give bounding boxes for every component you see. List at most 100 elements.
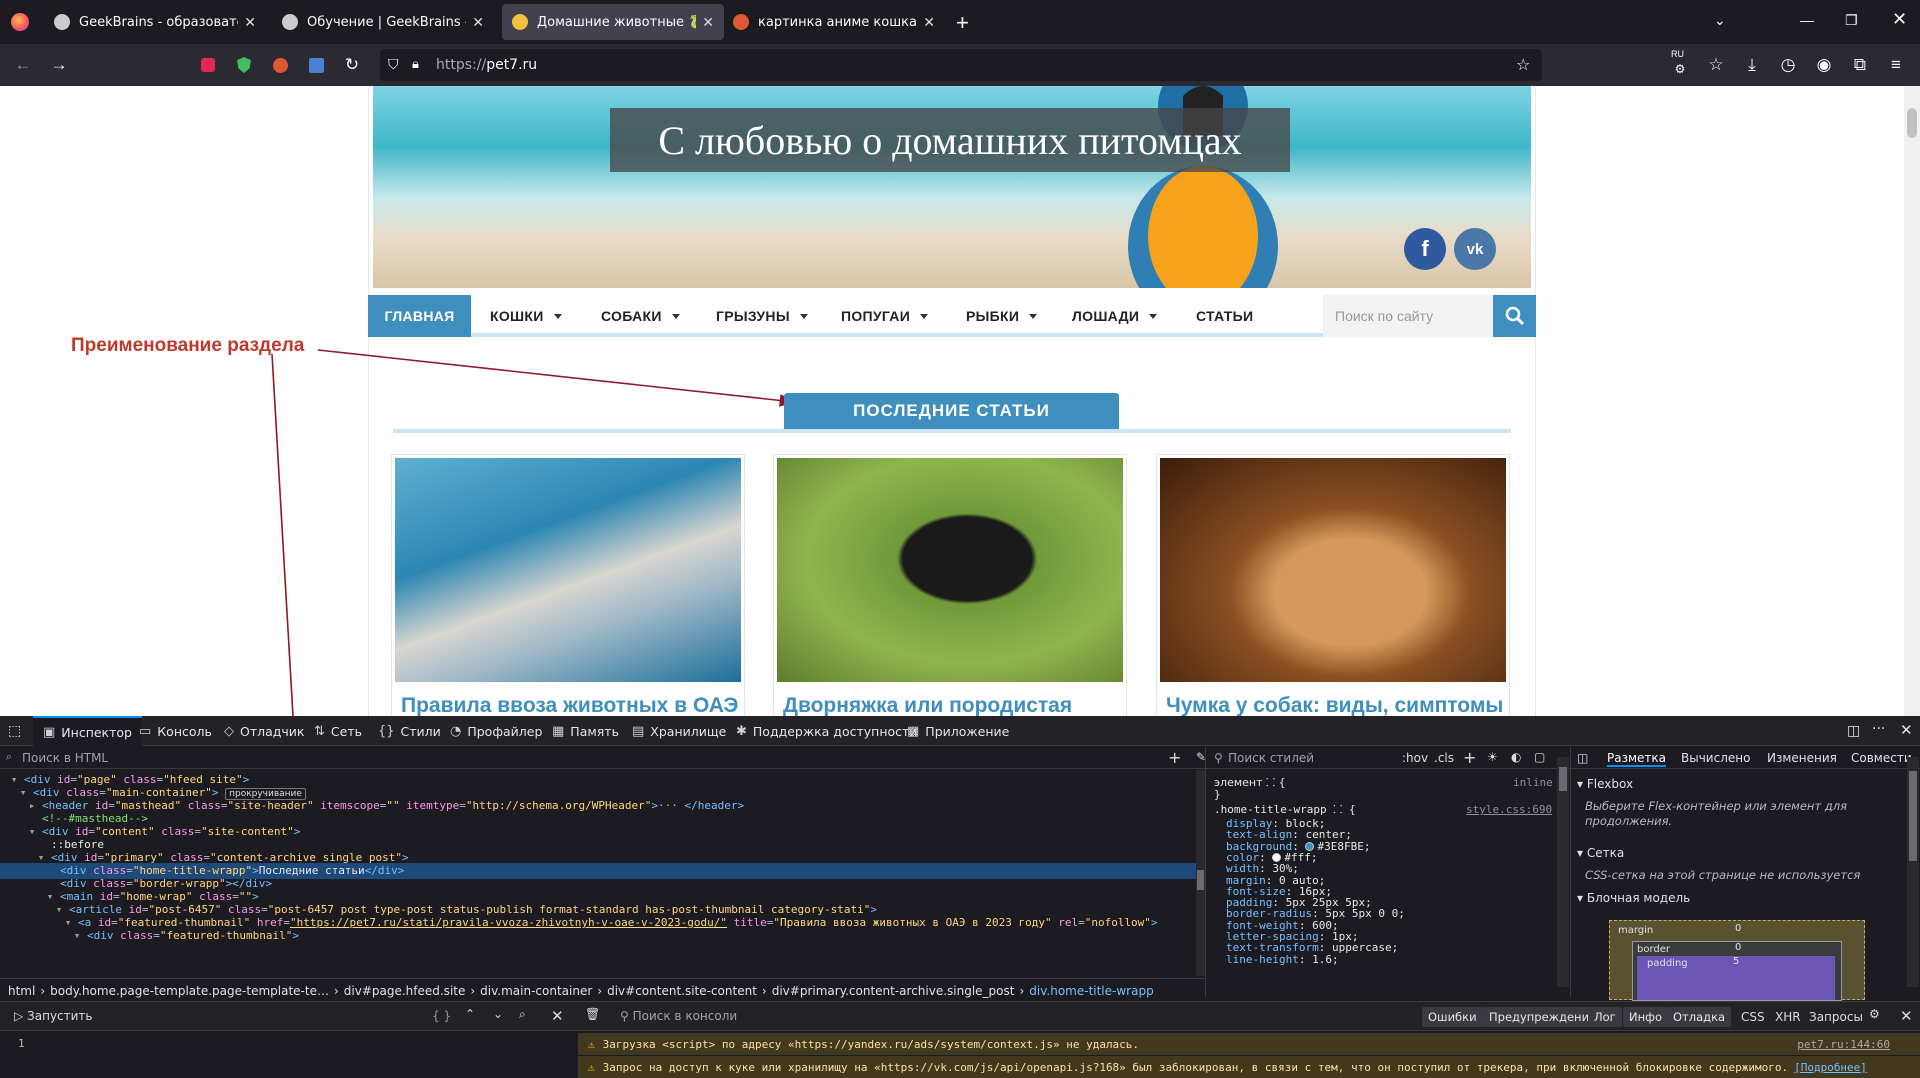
menu-item-parrots[interactable]: ПОПУГАИ	[841, 295, 929, 337]
search-icon[interactable]: ⌕	[519, 1007, 526, 1022]
margin-value[interactable]: 0	[1735, 923, 1741, 934]
close-console-icon[interactable]: ✕	[1900, 1007, 1913, 1025]
tab-accessibility[interactable]: ✱ Поддержка доступности	[736, 716, 917, 746]
breadcrumb-item[interactable]: div#page.hfeed.site	[344, 984, 466, 998]
site-search-button[interactable]	[1493, 295, 1536, 337]
tab-profiler[interactable]: ◔ Профайлер	[450, 716, 542, 746]
run-button[interactable]: ▷ Запустить	[14, 1009, 93, 1023]
bookmark-star-icon[interactable]: ☆	[1516, 55, 1530, 75]
menu-item-articles[interactable]: СТАТЬИ	[1196, 295, 1253, 337]
menu-item-rodents[interactable]: ГРЫЗУНЫ	[716, 295, 808, 337]
filter-info[interactable]: Инфо	[1623, 1007, 1668, 1027]
browser-tab[interactable]: Домашние животные 🐍 Все ✕	[502, 4, 724, 40]
tab-style-editor[interactable]: {} Стили	[378, 716, 441, 746]
tab-application[interactable]: ▩ Приложение	[907, 716, 1009, 746]
styles-filter-input[interactable]: ⚲ Поиск стилей :hov .cls + ☀ ◐ ▢	[1206, 747, 1571, 769]
filter-xhr[interactable]: XHR	[1775, 1010, 1801, 1024]
learn-more-link[interactable]: [Подробнее]	[1794, 1061, 1867, 1074]
menu-item-horses[interactable]: ЛОШАДИ	[1072, 295, 1158, 337]
history-icon[interactable]: ◷	[1775, 52, 1801, 78]
url-text[interactable]: https://pet7.ru	[436, 57, 537, 73]
url-bar[interactable]: ⛉ 🔒︎ https://pet7.ru ☆	[380, 49, 1542, 81]
filter-css[interactable]: CSS	[1741, 1010, 1765, 1024]
property-name[interactable]: line-height	[1226, 953, 1299, 966]
hov-toggle[interactable]: :hov	[1402, 751, 1428, 765]
box-model-margin[interactable]: margin 0 border 0 padding 5	[1609, 920, 1865, 1001]
back-arrow-icon[interactable]: ←	[10, 52, 36, 78]
browser-tab[interactable]: картинка аниме кошка at Duc ✕	[723, 4, 945, 40]
close-tab-icon[interactable]: ✕	[472, 14, 484, 31]
breadcrumb-item[interactable]: div.home-title-wrapp	[1029, 984, 1153, 998]
close-tab-icon[interactable]: ✕	[702, 14, 714, 31]
padding-value[interactable]: 5	[1733, 956, 1739, 967]
translate-extension-icon[interactable]	[303, 52, 329, 78]
more-options-icon[interactable]: ···	[1872, 721, 1885, 737]
warning-source-link[interactable]: pet7.ru:144:60	[1797, 1038, 1890, 1051]
article-card[interactable]: Дворняжка или породистая	[773, 454, 1127, 716]
tracking-shield-icon[interactable]: ⛉	[388, 56, 399, 73]
article-thumbnail[interactable]	[395, 458, 741, 682]
trash-icon[interactable]: 🗑︎	[585, 1007, 600, 1021]
tab-inspector[interactable]: ▣ Инспектор	[33, 716, 142, 746]
article-title[interactable]: Чумка у собак: виды, симптомы	[1166, 694, 1506, 716]
article-title[interactable]: Правила ввоза животных в ОАЭ	[401, 694, 741, 716]
site-search-input[interactable]: Поиск по сайту	[1323, 295, 1493, 337]
article-thumbnail[interactable]	[777, 458, 1123, 682]
tab-computed[interactable]: Вычислено	[1681, 751, 1750, 765]
add-rule-icon[interactable]: +	[1463, 748, 1476, 767]
article-title[interactable]: Дворняжка или породистая	[783, 694, 1123, 716]
dock-side-icon[interactable]: ◫	[1847, 723, 1860, 739]
html-search-input[interactable]: ⌕ Поиск в HTML + ✎	[0, 747, 1206, 769]
restore-button[interactable]: ❐	[1845, 12, 1858, 29]
breadcrumb-item[interactable]: div.main-container	[480, 984, 592, 998]
border-value[interactable]: 0	[1735, 942, 1741, 953]
cls-toggle[interactable]: .cls	[1434, 751, 1454, 765]
article-thumbnail[interactable]	[1160, 458, 1506, 682]
lock-icon[interactable]: 🔒︎	[412, 56, 419, 72]
tab-compatibility[interactable]: Совмести	[1851, 751, 1912, 765]
print-media-icon[interactable]: ▢	[1534, 750, 1545, 764]
filter-logs[interactable]: Лог	[1588, 1007, 1622, 1027]
reload-icon[interactable]: ↻	[339, 52, 365, 78]
box-model-padding[interactable]: padding 5	[1637, 956, 1835, 1000]
downloads-icon[interactable]: ⤓	[1739, 52, 1765, 78]
add-node-icon[interactable]: +	[1168, 748, 1181, 767]
close-window-button[interactable]: ✕	[1892, 9, 1907, 30]
shield-extension-icon[interactable]	[231, 52, 257, 78]
duckduckgo-extension-icon[interactable]	[267, 52, 293, 78]
extensions-icon[interactable]: ⧉	[1847, 52, 1873, 78]
adblock-icon[interactable]	[195, 52, 221, 78]
close-devtools-icon[interactable]: ✕	[1900, 721, 1913, 739]
tab-memory[interactable]: ▦ Память	[552, 716, 619, 746]
pretty-print-icon[interactable]: { }	[432, 1009, 451, 1023]
firefox-logo-icon[interactable]	[11, 13, 29, 31]
property-value[interactable]: 1.6;	[1312, 953, 1339, 966]
page-scrollbar[interactable]	[1904, 86, 1920, 716]
filter-warnings[interactable]: Предупреждения	[1483, 1007, 1602, 1027]
breadcrumb-item[interactable]: div#content.site-content	[607, 984, 757, 998]
forward-arrow-icon[interactable]: →	[46, 52, 72, 78]
html-tree-node[interactable]: ▾ <div class="featured-thumbnail">	[0, 928, 1205, 944]
color-swatch[interactable]	[1305, 841, 1315, 851]
console-filter-input[interactable]: ⚲ Поиск в консоли	[620, 1009, 737, 1023]
element-picker-icon[interactable]: ⬚	[8, 723, 21, 739]
property-value[interactable]: uppercase;	[1332, 941, 1398, 954]
new-tab-button[interactable]: +	[956, 10, 969, 36]
menu-hamburger-icon[interactable]: ≡	[1883, 52, 1909, 78]
console-editor[interactable]	[0, 1031, 578, 1078]
light-mode-icon[interactable]: ☀	[1487, 750, 1498, 764]
breadcrumb-item[interactable]: div#primary.content-archive.single_post	[772, 984, 1015, 998]
menu-item-dogs[interactable]: СОБАКИ	[601, 295, 680, 337]
history-up-icon[interactable]: ⌃	[465, 1007, 475, 1021]
filter-requests[interactable]: Запросы	[1809, 1010, 1863, 1024]
tab-storage[interactable]: ▤ Хранилище	[632, 716, 726, 746]
box-model-section-header[interactable]: ▾ Блочная модель	[1577, 891, 1690, 905]
dark-mode-icon[interactable]: ◐	[1511, 750, 1521, 764]
tree-scrollbar[interactable]	[1196, 770, 1205, 976]
tab-console[interactable]: ▭ Консоль	[139, 716, 212, 746]
sidebar-toggle-icon[interactable]: ◫	[1577, 751, 1588, 765]
article-card[interactable]: Правила ввоза животных в ОАЭ	[391, 454, 745, 716]
vk-icon[interactable]: vk	[1454, 228, 1496, 270]
breadcrumb-item[interactable]: html	[8, 984, 35, 998]
tab-layout[interactable]: Разметка	[1607, 751, 1666, 767]
